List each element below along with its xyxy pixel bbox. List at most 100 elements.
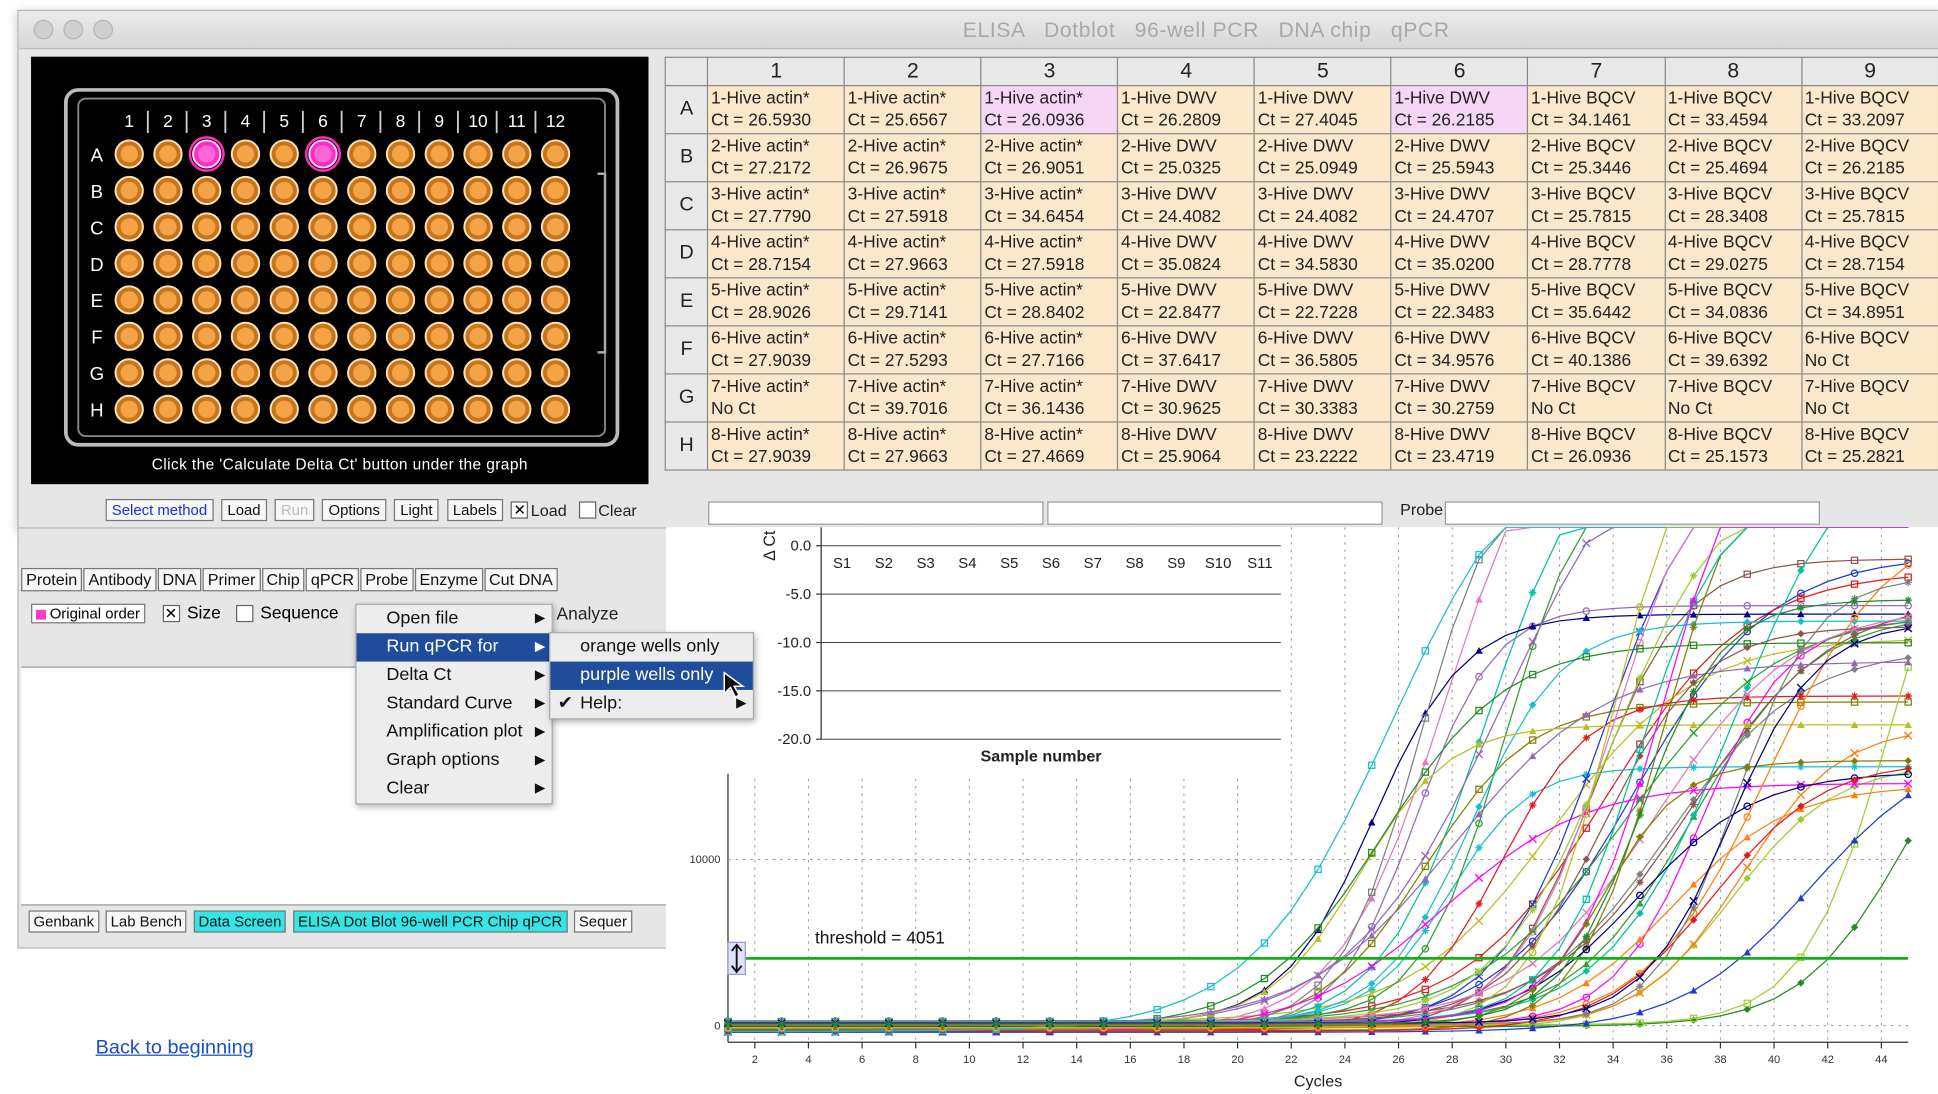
plate-well[interactable]	[192, 212, 222, 242]
original-order-button[interactable]: Original order	[31, 604, 145, 624]
result-cell[interactable]: 1-Hive actin* Ct = 26.0936	[980, 85, 1119, 135]
zoom-window-icon[interactable]	[93, 19, 114, 40]
plate-well[interactable]	[114, 139, 144, 169]
options-button[interactable]: Options	[322, 498, 387, 522]
plate-well[interactable]	[347, 248, 377, 278]
plate-well[interactable]	[114, 175, 144, 206]
plate-well[interactable]	[463, 285, 493, 315]
result-cell[interactable]: 4-Hive BQCV Ct = 28.7154	[1801, 229, 1938, 279]
grid-column-header[interactable]: 9	[1801, 56, 1938, 87]
plate-well[interactable]	[153, 212, 183, 242]
result-cell[interactable]: 7-Hive BQCV No Ct	[1527, 373, 1666, 423]
plate-well[interactable]	[463, 175, 493, 206]
result-cell[interactable]: 1-Hive DWV Ct = 26.2809	[1117, 85, 1256, 135]
result-cell[interactable]: 3-Hive DWV Ct = 24.4082	[1117, 181, 1256, 231]
grid-row-header[interactable]: H	[664, 421, 709, 471]
result-cell[interactable]: 6-Hive DWV Ct = 36.5805	[1253, 325, 1392, 375]
plate-well[interactable]	[463, 394, 493, 424]
menu-item[interactable]: Delta Ct ▶	[357, 662, 552, 690]
plate-well[interactable]	[308, 285, 338, 315]
plate-well[interactable]	[502, 139, 532, 169]
plate-well[interactable]	[269, 321, 299, 351]
plate-well[interactable]	[269, 394, 299, 424]
plate-well[interactable]	[502, 321, 532, 351]
plate-well[interactable]	[424, 139, 454, 169]
result-cell[interactable]: 1-Hive actin* Ct = 25.6567	[843, 85, 982, 135]
result-cell[interactable]: 4-Hive BQCV Ct = 29.0275	[1664, 229, 1803, 279]
result-cell[interactable]: 7-Hive DWV Ct = 30.9625	[1117, 373, 1256, 423]
result-cell[interactable]: 8-Hive actin* Ct = 27.4669	[980, 421, 1119, 471]
result-cell[interactable]: 1-Hive DWV Ct = 26.2185	[1390, 85, 1529, 135]
result-cell[interactable]: 8-Hive actin* Ct = 27.9663	[843, 421, 982, 471]
plate-well[interactable]	[114, 394, 144, 424]
tool-tab[interactable]: Cut DNA	[484, 567, 558, 592]
plate-well[interactable]	[540, 139, 571, 169]
result-cell[interactable]: 6-Hive actin* Ct = 27.5293	[843, 325, 982, 375]
plate-well[interactable]	[463, 212, 493, 242]
grid-row-header[interactable]: G	[664, 373, 709, 423]
load-button[interactable]: Load	[221, 498, 267, 522]
result-cell[interactable]: 6-Hive DWV Ct = 34.9576	[1390, 325, 1529, 375]
result-cell[interactable]: 3-Hive actin* Ct = 27.5918	[843, 181, 982, 231]
plate-well[interactable]	[424, 248, 454, 278]
plate-well[interactable]	[424, 394, 454, 424]
menu-item[interactable]: Amplification plot ▶	[357, 718, 552, 746]
plate-well[interactable]	[192, 175, 222, 206]
result-cell[interactable]: 6-Hive DWV Ct = 37.6417	[1117, 325, 1256, 375]
tool-tab[interactable]: Chip	[261, 567, 305, 592]
plate-well[interactable]	[424, 358, 454, 388]
light-button[interactable]: Light	[394, 498, 439, 522]
plate-well[interactable]	[230, 394, 261, 424]
run-button[interactable]: Run	[274, 498, 315, 522]
result-cell[interactable]: 6-Hive BQCV Ct = 39.6392	[1664, 325, 1803, 375]
result-cell[interactable]: 5-Hive DWV Ct = 22.3483	[1390, 277, 1529, 327]
result-cell[interactable]: 3-Hive actin* Ct = 27.7790	[707, 181, 846, 231]
protocols-button[interactable]: ELISA Dot Blot 96-well PCR Chip qPCR	[292, 910, 568, 933]
grid-column-header[interactable]: 6	[1390, 56, 1529, 87]
result-cell[interactable]: 2-Hive DWV Ct = 25.0325	[1117, 133, 1256, 183]
qpcr-chart[interactable]: 2 4 6 8 10 12 14 16 18 20 22 24 26 28 30 32 34 36 38 40 42 44…	[665, 527, 1938, 1094]
results-grid[interactable]: 1 2 3 4 5 6 7 8 9 A 1-Hive actin* Ct = 26.5930 1-Hiv…	[664, 56, 1938, 471]
plate-well[interactable]	[114, 358, 144, 388]
clear-checkbox[interactable]	[578, 501, 596, 519]
plate-well[interactable]	[347, 175, 377, 206]
result-cell[interactable]: 6-Hive actin* Ct = 27.7166	[980, 325, 1119, 375]
result-cell[interactable]: 1-Hive BQCV Ct = 34.1461	[1527, 85, 1666, 135]
grid-row-header[interactable]: D	[664, 229, 709, 279]
plate-well[interactable]	[347, 394, 377, 424]
plate-well[interactable]	[385, 321, 416, 351]
back-to-beginning-link[interactable]: Back to beginning	[96, 1037, 254, 1059]
result-cell[interactable]: 4-Hive DWV Ct = 35.0824	[1117, 229, 1256, 279]
plate-well[interactable]	[153, 285, 183, 315]
result-cell[interactable]: 5-Hive actin* Ct = 28.9026	[707, 277, 846, 327]
result-cell[interactable]: 4-Hive actin* Ct = 27.5918	[980, 229, 1119, 279]
info-field-1[interactable]	[708, 501, 1044, 525]
result-cell[interactable]: 4-Hive DWV Ct = 34.5830	[1253, 229, 1392, 279]
grid-column-header[interactable]: 4	[1117, 56, 1256, 87]
result-cell[interactable]: 3-Hive actin* Ct = 34.6454	[980, 181, 1119, 231]
result-cell[interactable]: 2-Hive BQCV Ct = 25.4694	[1664, 133, 1803, 183]
result-cell[interactable]: 1-Hive BQCV Ct = 33.2097	[1801, 85, 1938, 135]
menu-item[interactable]: Graph options ▶	[357, 747, 552, 775]
result-cell[interactable]: 6-Hive BQCV No Ct	[1801, 325, 1938, 375]
plate-well[interactable]	[385, 358, 416, 388]
result-cell[interactable]: 7-Hive DWV Ct = 30.2759	[1390, 373, 1529, 423]
plate-well[interactable]	[153, 139, 183, 169]
tool-tab[interactable]: DNA	[157, 567, 202, 592]
plate-well[interactable]	[153, 175, 183, 206]
plate-well[interactable]	[153, 394, 183, 424]
result-cell[interactable]: 8-Hive BQCV Ct = 25.2821	[1801, 421, 1938, 471]
result-cell[interactable]: 7-Hive actin* No Ct	[707, 373, 846, 423]
result-cell[interactable]: 4-Hive DWV Ct = 35.0200	[1390, 229, 1529, 279]
result-cell[interactable]: 2-Hive BQCV Ct = 25.3446	[1527, 133, 1666, 183]
result-cell[interactable]: 6-Hive BQCV Ct = 40.1386	[1527, 325, 1666, 375]
plate-well[interactable]	[347, 321, 377, 351]
grid-column-header[interactable]: 1	[707, 56, 846, 87]
tool-tab[interactable]: Probe	[360, 567, 414, 592]
menu-item[interactable]: Standard Curve ▶	[357, 690, 552, 718]
lab-bench-button[interactable]: Lab Bench	[105, 910, 187, 933]
menu-item[interactable]: Open file ▶	[357, 605, 552, 633]
result-cell[interactable]: 3-Hive BQCV Ct = 25.7815	[1527, 181, 1666, 231]
result-cell[interactable]: 4-Hive actin* Ct = 28.7154	[707, 229, 846, 279]
plate-well[interactable]	[192, 358, 222, 388]
